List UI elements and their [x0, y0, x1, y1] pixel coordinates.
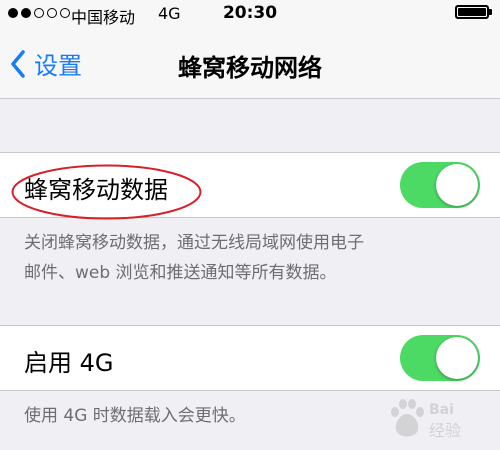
status-time: 20:30 — [222, 3, 278, 23]
toggle-knob — [436, 337, 478, 379]
baidu-watermark-logo: Bai 经验 — [391, 399, 461, 440]
cellular-data-toggle[interactable] — [400, 162, 480, 208]
page-title: 蜂窝移动网络 — [178, 54, 322, 82]
battery-tip — [489, 9, 492, 15]
cellular-data-footer-line2: 邮件、web 浏览和推送通知等所有数据。 — [24, 263, 337, 283]
enable-4g-label: 启用 4G — [24, 349, 114, 377]
toggle-knob — [436, 164, 478, 206]
enable-4g-row: 启用 4G — [0, 325, 500, 391]
svg-text:Bai: Bai — [429, 402, 454, 418]
svg-text:经验: 经验 — [429, 421, 461, 440]
cellular-data-footer-line1: 关闭蜂窝移动数据，通过无线局域网使用电子 — [24, 233, 364, 253]
annotation-ellipse — [11, 164, 202, 220]
cellular-data-footer: 关闭蜂窝移动数据，通过无线局域网使用电子 邮件、web 浏览和推送通知等所有数据… — [24, 228, 484, 288]
battery-fill — [458, 8, 486, 16]
navigation-bar: 设置 蜂窝移动网络 — [0, 28, 500, 99]
status-bar: 中国移动 4G 20:30 — [0, 0, 500, 28]
enable-4g-toggle[interactable] — [400, 335, 480, 381]
battery-icon — [455, 5, 489, 19]
